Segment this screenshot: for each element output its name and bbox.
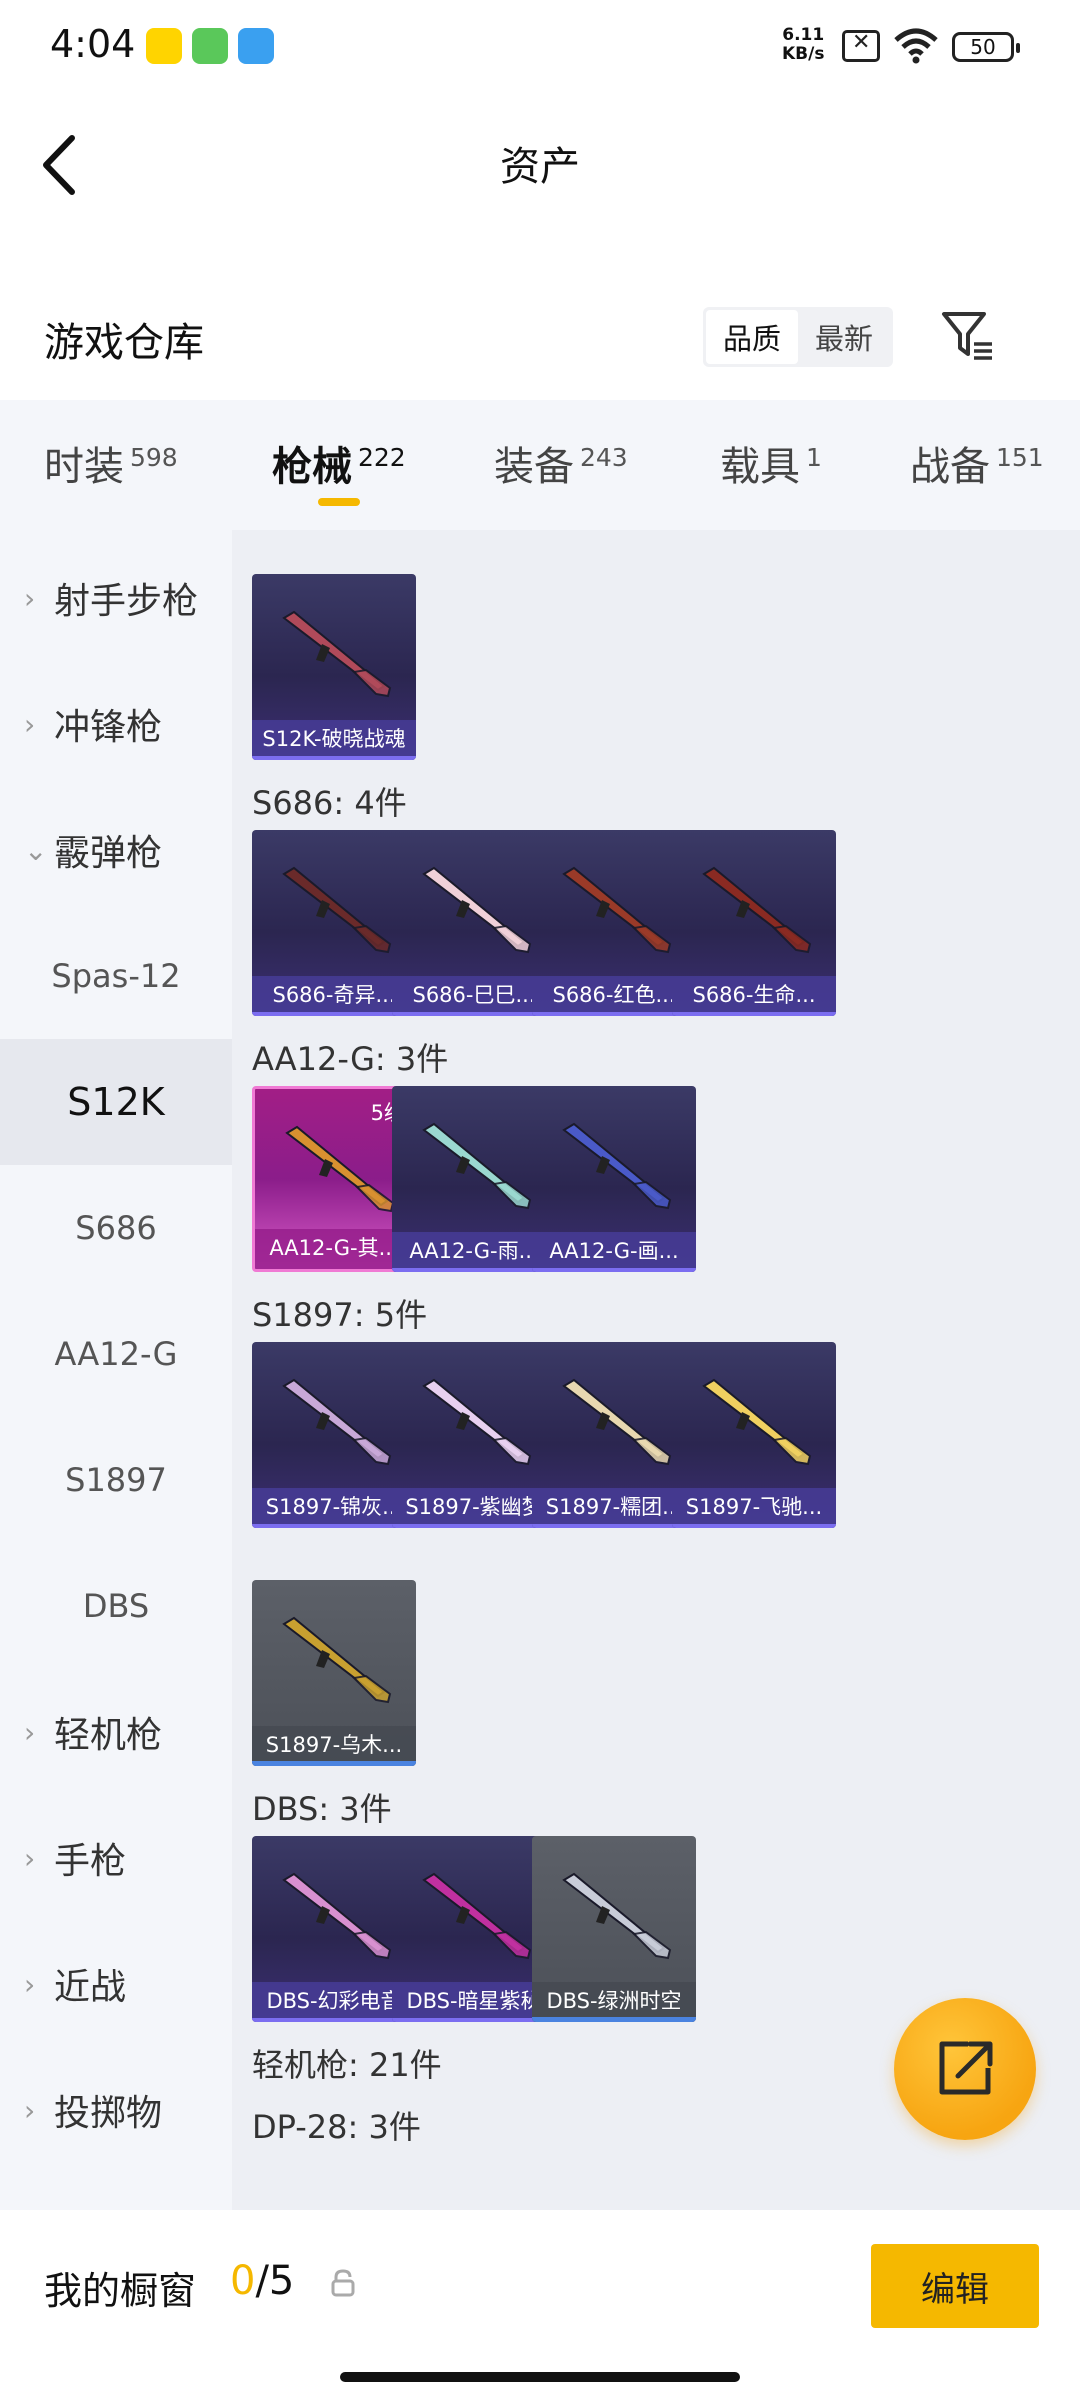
- gun-image: [282, 610, 392, 698]
- sidebar-item-label: S686: [75, 1209, 157, 1247]
- sidebar-item-label: 近战: [54, 1967, 127, 2008]
- chevron-right-icon: ›: [24, 1715, 36, 1749]
- sidebar-item-label: 射手步枪: [54, 581, 199, 622]
- sidebar-item-label: 霰弹枪: [54, 833, 163, 874]
- sidebar-item-0[interactable]: › 射手步枪: [0, 535, 232, 661]
- item-card[interactable]: S1897-飞驰...: [672, 1342, 836, 1528]
- sidebar-item-2[interactable]: ⌄ 霰弹枪: [0, 787, 232, 913]
- sidebar-item-label: S1897: [65, 1461, 167, 1499]
- sidebar-item-9[interactable]: › 轻机枪: [0, 1669, 232, 1795]
- sidebar-item-8[interactable]: DBS: [0, 1543, 232, 1669]
- chevron-right-icon: ›: [24, 707, 36, 741]
- weapon-type-sidebar: › 射手步枪 › 冲锋枪 ⌄ 霰弹枪 Spas-12 S12K S686 AA12-G S1897 D…: [0, 530, 232, 2210]
- sidebar-item-7[interactable]: S1897: [0, 1417, 232, 1543]
- chevron-right-icon: ›: [24, 1967, 36, 2001]
- sidebar-item-label: DBS: [82, 1587, 150, 1625]
- sidebar-item-11[interactable]: › 近战: [0, 1921, 232, 2047]
- sidebar-item-6[interactable]: AA12-G: [0, 1291, 232, 1417]
- item-card[interactable]: S1897-乌木...: [252, 1580, 416, 1766]
- gun-image: [282, 866, 392, 954]
- item-card[interactable]: S686-生命...: [672, 830, 836, 1016]
- gun-image: [422, 1378, 532, 1466]
- item-name: AA12-G-其...: [255, 1229, 413, 1269]
- showcase-count: 0/5: [230, 2258, 295, 2304]
- active-tab-indicator: [318, 498, 360, 506]
- chevron-right-icon: ›: [24, 1841, 36, 1875]
- chevron-down-icon: ⌄: [24, 833, 48, 867]
- status-time: 4:04: [50, 22, 136, 66]
- app-notification-icon-3: [238, 28, 274, 64]
- tab-vehicles[interactable]: 载具 1: [720, 434, 822, 492]
- sidebar-item-5[interactable]: S686: [0, 1165, 232, 1291]
- share-icon: [939, 2041, 993, 2095]
- sidebar-item-label: 轻机枪: [54, 1715, 163, 1756]
- warehouse-title: 游戏仓库: [44, 320, 204, 366]
- group-label: DP-28: 3件: [252, 2108, 421, 2146]
- sidebar-item-label: AA12-G: [54, 1335, 178, 1373]
- item-card[interactable]: AA12-G-画...: [532, 1086, 696, 1272]
- tab-supplies[interactable]: 战备 151: [910, 434, 1044, 492]
- item-grid: S12K-破晓战魂 S686: 4件 S686-奇异... S686-巳巳... S68…: [232, 530, 1080, 2210]
- tab-fashion[interactable]: 时装 598: [44, 434, 178, 492]
- sort-by-newest[interactable]: 最新: [798, 310, 890, 364]
- lock-icon: [331, 2269, 355, 2297]
- group-label: AA12-G: 3件: [252, 1040, 449, 1078]
- filter-icon[interactable]: [940, 308, 996, 364]
- home-indicator: [340, 2372, 740, 2382]
- no-sim-icon: [842, 30, 880, 62]
- sidebar-item-4[interactable]: S12K: [0, 1039, 232, 1165]
- sidebar-item-label: 投掷物: [54, 2093, 163, 2134]
- showcase-label: 我的橱窗: [44, 2269, 197, 2313]
- group-label: S1897: 5件: [252, 1296, 428, 1334]
- gun-image: [422, 1872, 532, 1960]
- gun-image: [282, 1616, 392, 1704]
- gun-image: [562, 1122, 672, 1210]
- item-name: AA12-G-画...: [532, 1232, 696, 1272]
- group-label: S686: 4件: [252, 784, 407, 822]
- item-card[interactable]: S12K-破晓战魂: [252, 574, 416, 760]
- battery-indicator: 50: [952, 32, 1020, 62]
- status-bar: 4:04 6.11 KB/s 50: [0, 0, 1080, 90]
- chevron-right-icon: ›: [24, 581, 36, 615]
- network-speed: 6.11 KB/s: [782, 25, 825, 64]
- sidebar-item-label: S12K: [67, 1080, 165, 1124]
- gun-image: [285, 1125, 395, 1213]
- gun-image: [562, 1872, 672, 1960]
- tab-equipment[interactable]: 装备 243: [494, 434, 628, 492]
- item-name: S12K-破晓战魂: [252, 720, 416, 760]
- group-label: DBS: 3件: [252, 1790, 392, 1828]
- group-label: 轻机枪: 21件: [252, 2046, 442, 2084]
- sidebar-item-12[interactable]: › 投掷物: [0, 2047, 232, 2173]
- page-title: 资产: [500, 144, 580, 190]
- sidebar-item-label: 手枪: [54, 1841, 127, 1882]
- gun-image: [702, 866, 812, 954]
- item-card[interactable]: DBS-绿洲时空: [532, 1836, 696, 2022]
- sidebar-item-10[interactable]: › 手枪: [0, 1795, 232, 1921]
- gun-image: [282, 1872, 392, 1960]
- sidebar-item-3[interactable]: Spas-12: [0, 913, 232, 1039]
- app-notification-icon-2: [192, 28, 228, 64]
- category-tabs: 时装 598 枪械 222 装备 243 载具 1 战备 151: [0, 400, 1080, 530]
- gun-image: [562, 866, 672, 954]
- gun-image: [282, 1378, 392, 1466]
- wifi-icon: [894, 28, 938, 64]
- item-name: S686-生命...: [672, 976, 836, 1016]
- app-notification-icon-1: [146, 28, 182, 64]
- item-name: DBS-绿洲时空: [532, 1982, 696, 2022]
- share-button[interactable]: [894, 1998, 1036, 2140]
- gun-image: [702, 1378, 812, 1466]
- tab-guns[interactable]: 枪械 222: [272, 434, 406, 492]
- sort-by-quality[interactable]: 品质: [706, 310, 798, 364]
- edit-button[interactable]: 编辑: [871, 2244, 1039, 2328]
- gun-image: [422, 1122, 532, 1210]
- item-name: S1897-飞驰...: [672, 1488, 836, 1528]
- item-name: S1897-乌木...: [252, 1726, 416, 1766]
- sidebar-item-1[interactable]: › 冲锋枪: [0, 661, 232, 787]
- gun-image: [422, 866, 532, 954]
- sidebar-item-label: Spas-12: [51, 957, 181, 995]
- chevron-right-icon: ›: [24, 2093, 36, 2127]
- sort-toggle: 品质 最新: [703, 307, 893, 367]
- gun-image: [562, 1378, 672, 1466]
- sidebar-item-label: 冲锋枪: [54, 707, 163, 748]
